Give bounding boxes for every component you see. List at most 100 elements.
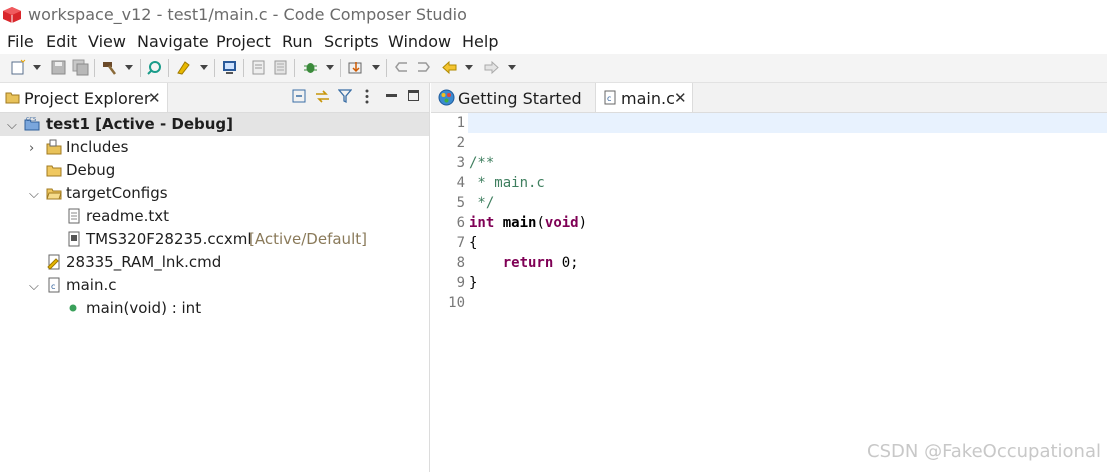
tree-item-label: Debug <box>66 161 116 179</box>
tree-item-includes[interactable]: › Includes <box>0 136 429 159</box>
editor-panel: Getting Started c main.c ✕ 1 2 3 4 5 6 7… <box>431 83 1107 472</box>
line-number: 9 <box>456 275 465 291</box>
tree-item-debug-folder[interactable]: Debug <box>0 159 429 182</box>
back-arrow-icon[interactable] <box>441 59 458 76</box>
tree-item-cmd[interactable]: 28335_RAM_lnk.cmd <box>0 251 429 274</box>
tree-item-label: 28335_RAM_lnk.cmd <box>66 253 222 271</box>
menu-bar: File Edit View Navigate Project Run Scri… <box>0 30 1107 54</box>
code-line-5: */ <box>469 195 495 211</box>
code-line-6: int main(void) <box>469 215 587 231</box>
getting-started-tab-label: Getting Started <box>458 89 582 108</box>
menu-scripts[interactable]: Scripts <box>324 32 379 51</box>
c-file-icon: c <box>48 277 60 293</box>
getting-started-icon <box>438 89 455 106</box>
active-default-decoration: [Active/Default] <box>249 230 367 248</box>
disassembly-icon[interactable] <box>250 59 267 76</box>
main-toolbar <box>0 54 1107 83</box>
code-line-7: { <box>469 235 478 251</box>
ccs-logo-icon <box>3 7 21 23</box>
menu-view[interactable]: View <box>88 32 126 51</box>
chevron-down-icon[interactable]: ⌵ <box>29 187 39 202</box>
save-all-icon[interactable] <box>72 59 89 76</box>
search-references-icon[interactable] <box>146 59 163 76</box>
code-line-9: } <box>469 275 478 291</box>
watermark: CSDN @FakeOccupational <box>867 441 1101 462</box>
includes-icon <box>46 139 62 155</box>
main-c-tab-label: main.c <box>621 89 675 108</box>
terminal-icon[interactable] <box>221 59 238 76</box>
window-title: workspace_v12 - test1/main.c - Code Comp… <box>28 5 467 24</box>
svg-text:CCS: CCS <box>26 117 36 123</box>
tree-item-main-function[interactable]: main(void) : int <box>0 297 429 320</box>
code-line-8: return 0; <box>469 255 579 271</box>
chevron-right-icon[interactable]: › <box>29 141 34 156</box>
menu-project[interactable]: Project <box>216 32 271 51</box>
tab-getting-started[interactable]: Getting Started <box>431 83 593 112</box>
next-annotation-icon[interactable] <box>415 59 432 76</box>
line-number: 6 <box>456 215 465 231</box>
tree-item-readme[interactable]: readme.txt <box>0 205 429 228</box>
ccxml-file-icon <box>68 231 80 247</box>
line-number: 5 <box>456 195 465 211</box>
function-name: main <box>494 215 537 231</box>
forward-arrow-icon[interactable] <box>483 59 500 76</box>
line-number: 1 <box>456 115 465 131</box>
tree-item-label: test1 [Active - Debug] <box>46 115 234 133</box>
save-icon[interactable] <box>50 59 67 76</box>
line-number: 3 <box>456 155 465 171</box>
forward-dropdown-arrow[interactable] <box>508 65 516 70</box>
flash-dropdown-arrow[interactable] <box>200 65 208 70</box>
menu-help[interactable]: Help <box>462 32 498 51</box>
folder-open-icon <box>46 188 62 200</box>
debug-bug-icon[interactable] <box>302 59 319 76</box>
chevron-down-icon[interactable]: ⌵ <box>7 118 17 133</box>
line-number: 8 <box>456 255 465 271</box>
tree-item-project[interactable]: ⌵ CCS test1 [Active - Debug] <box>0 113 429 136</box>
line-number-gutter: 1 2 3 4 5 6 7 8 9 10 <box>431 113 467 472</box>
tab-project-explorer[interactable]: Project Explorer ✕ <box>0 83 168 112</box>
maximize-icon[interactable] <box>408 90 419 101</box>
memory-browser-icon[interactable] <box>272 59 289 76</box>
project-explorer-tab-label: Project Explorer <box>24 89 151 108</box>
code-line-4: * main.c <box>469 175 545 191</box>
new-icon[interactable] <box>10 59 27 76</box>
build-hammer-icon[interactable] <box>101 59 118 76</box>
title-bar: workspace_v12 - test1/main.c - Code Comp… <box>0 0 1107 30</box>
tree-item-main-c[interactable]: ⌵ c main.c <box>0 274 429 297</box>
svg-text:c: c <box>51 282 55 291</box>
line-number: 7 <box>456 235 465 251</box>
filter-icon[interactable] <box>338 89 352 104</box>
tab-main-c[interactable]: c main.c ✕ <box>595 83 693 112</box>
svg-text:c: c <box>607 94 611 103</box>
menu-edit[interactable]: Edit <box>46 32 77 51</box>
link-with-editor-icon[interactable] <box>314 89 331 104</box>
tree-item-ccxml[interactable]: TMS320F28235.ccxml [Active/Default] <box>0 228 429 251</box>
new-dropdown-arrow[interactable] <box>33 65 41 70</box>
prev-annotation-icon[interactable] <box>393 59 410 76</box>
flash-icon[interactable] <box>175 59 192 76</box>
menu-file[interactable]: File <box>7 32 34 51</box>
line-number: 4 <box>456 175 465 191</box>
close-icon[interactable]: ✕ <box>674 89 687 107</box>
back-dropdown-arrow[interactable] <box>465 65 473 70</box>
tree-item-label: main.c <box>66 276 117 294</box>
tree-item-targetconfigs[interactable]: ⌵ targetConfigs <box>0 182 429 205</box>
external-tools-dropdown-arrow[interactable] <box>372 65 380 70</box>
menu-window[interactable]: Window <box>388 32 451 51</box>
build-dropdown-arrow[interactable] <box>125 65 133 70</box>
text-file-icon <box>68 208 80 224</box>
minimize-icon[interactable] <box>386 94 397 98</box>
chevron-down-icon[interactable]: ⌵ <box>29 279 39 294</box>
project-explorer-tabbar: Project Explorer ✕ <box>0 83 429 113</box>
collapse-all-icon[interactable] <box>292 89 307 104</box>
view-menu-icon[interactable] <box>364 88 370 105</box>
menu-navigate[interactable]: Navigate <box>137 32 209 51</box>
debug-dropdown-arrow[interactable] <box>326 65 334 70</box>
function-icon <box>69 304 77 312</box>
external-tools-icon[interactable] <box>347 59 364 76</box>
keyword-return: return <box>502 255 554 271</box>
project-explorer-panel: Project Explorer ✕ ⌵ CCS test1 [Active -… <box>0 83 430 472</box>
menu-run[interactable]: Run <box>282 32 313 51</box>
close-icon[interactable]: ✕ <box>148 89 161 107</box>
